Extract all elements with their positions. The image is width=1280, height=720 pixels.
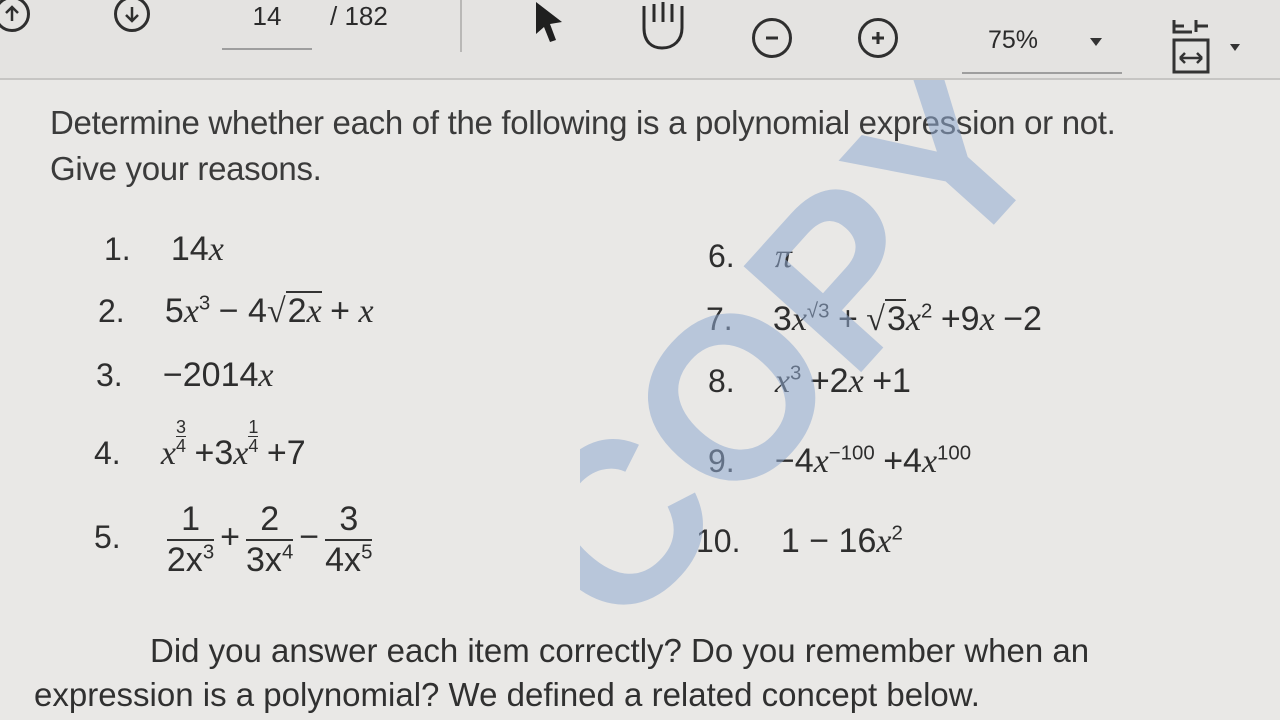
arrow-up-circle-icon[interactable]: [0, 0, 30, 32]
instruction-line-2: Give your reasons.: [50, 150, 322, 187]
list-item: 8. x3 +2x +1: [708, 362, 911, 400]
expression: 14x: [170, 230, 224, 268]
list-item: 3. −2014x: [96, 356, 274, 394]
toolbar-divider: [460, 0, 462, 52]
chevron-down-icon: [1090, 38, 1102, 46]
zoom-in-icon[interactable]: [858, 18, 898, 58]
list-item: 1. 14x: [104, 230, 224, 268]
pdf-toolbar: 14 / 182 75%: [0, 0, 1280, 80]
list-item: 4. x34 +3x 1 4 +7: [94, 417, 306, 473]
arrow-down-circle-icon[interactable]: [114, 0, 150, 32]
expression: 1 − 16x2: [780, 522, 903, 560]
footer-text-line-1: Did you answer each item correctly? Do y…: [150, 632, 1090, 669]
list-item: 9. −4x−100 +4x100: [708, 442, 972, 480]
footer-text-line-2: expression is a polynomial? We defined a…: [34, 676, 980, 713]
expression: x3 +2x +1: [774, 362, 911, 400]
list-item: 7. 3x√3 + √3x2 +9x −2: [706, 299, 1042, 338]
expression: π: [774, 238, 792, 275]
list-item: 10. 1 − 16x2: [696, 522, 903, 560]
expression: 1 2x3 +2 3x4−3 4x5: [166, 500, 373, 579]
zoom-value: 75%: [988, 26, 1039, 54]
instruction-line-1: Determine whether each of the following …: [50, 104, 1116, 141]
list-item: 2. 5x3 − 4√2x + x: [98, 291, 374, 330]
page-total-label: / 182: [330, 1, 388, 31]
document-page: Determine whether each of the following …: [0, 80, 1280, 720]
page-number-input[interactable]: 14: [222, 0, 312, 50]
expression: 3x√3 + √3x2 +9x −2: [772, 299, 1042, 338]
list-item: 5. 1 2x3 +2 3x4−3 4x5: [94, 500, 378, 580]
fit-page-icon[interactable]: [1170, 18, 1212, 76]
zoom-out-icon[interactable]: [752, 18, 792, 58]
zoom-select[interactable]: 75%: [962, 12, 1122, 74]
list-item: 6. π: [708, 238, 792, 275]
chevron-down-icon[interactable]: [1230, 44, 1240, 51]
expression: 5x3 − 4√2x + x: [164, 291, 374, 330]
expression: −2014x: [162, 356, 274, 394]
cursor-arrow-icon[interactable]: [528, 0, 568, 46]
hand-tool-icon[interactable]: [634, 0, 690, 52]
expression: −4x−100 +4x100: [774, 442, 972, 480]
expression: x34 +3x 1 4 +7: [160, 417, 306, 473]
